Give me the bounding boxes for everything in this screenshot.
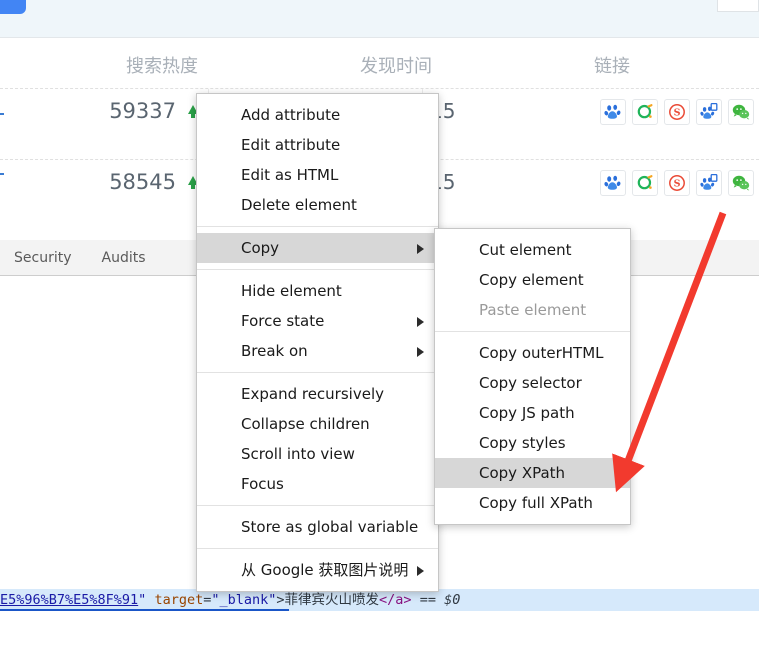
- menu-item-copy-label: Copy: [241, 239, 280, 257]
- submenu-item-copy-styles[interactable]: Copy styles: [435, 428, 630, 458]
- submenu-item-cut-element[interactable]: Cut element: [435, 235, 630, 265]
- column-header-search-heat: 搜索热度: [126, 56, 198, 77]
- menu-separator: [197, 226, 438, 227]
- context-submenu-copy[interactable]: Cut element Copy element Paste element C…: [434, 228, 631, 525]
- chevron-right-icon: [417, 566, 424, 576]
- submenu-item-paste-element: Paste element: [479, 301, 587, 319]
- tab-security[interactable]: Security: [14, 250, 72, 266]
- column-header-discovery-time: 发现时间: [360, 56, 432, 77]
- menu-item-force-state[interactable]: Force state: [197, 306, 438, 336]
- context-menu[interactable]: Add attribute Edit attribute Edit as HTM…: [196, 93, 439, 592]
- code-text-node: 菲律宾火山喷发: [284, 592, 380, 608]
- baidu-mobile-icon[interactable]: [696, 99, 722, 125]
- table-header-row: 搜索热度 发现时间 链接: [0, 38, 759, 89]
- submenu-item-copy-full-xpath[interactable]: Copy full XPath: [435, 488, 630, 518]
- menu-item-scroll-into-view[interactable]: Scroll into view: [197, 439, 438, 469]
- menu-item-focus[interactable]: Focus: [197, 469, 438, 499]
- 360-search-icon[interactable]: [632, 170, 658, 196]
- submenu-separator: [435, 331, 630, 332]
- menu-item-add-attribute[interactable]: Add attribute: [197, 100, 438, 130]
- code-attr-name: target: [154, 592, 204, 608]
- wechat-icon[interactable]: [728, 170, 754, 196]
- submenu-item-copy-xpath[interactable]: Copy XPath: [435, 458, 630, 488]
- menu-separator: [197, 548, 438, 549]
- column-header-link: 链接: [594, 56, 630, 77]
- menu-item-get-image-description-label: 从 Google 获取图片说明: [241, 561, 409, 579]
- 360-search-icon[interactable]: [632, 99, 658, 125]
- menu-separator: [197, 372, 438, 373]
- trend-up-icon-stem: [191, 113, 195, 118]
- menu-item-collapse-children[interactable]: Collapse children: [197, 409, 438, 439]
- menu-separator: [197, 505, 438, 506]
- cell-search-heat: 59337: [109, 99, 176, 123]
- menu-item-edit-as-html[interactable]: Edit as HTML: [197, 160, 438, 190]
- menu-item-break-on[interactable]: Break on: [197, 336, 438, 366]
- menu-item-get-image-description-from-google[interactable]: 从 Google 获取图片说明: [197, 555, 438, 585]
- menu-item-force-state-label: Force state: [241, 312, 325, 330]
- submenu-item-copy-outerhtml[interactable]: Copy outerHTML: [435, 338, 630, 368]
- menu-item-copy[interactable]: Copy: [197, 233, 438, 263]
- devtools-lower-blank: [0, 611, 759, 661]
- chevron-right-icon: [417, 317, 424, 327]
- devtools-selected-node-code[interactable]: E5%96%B7%E5%8F%91" target="_blank">菲律宾火山…: [0, 589, 759, 611]
- wechat-icon[interactable]: [728, 99, 754, 125]
- menu-item-store-as-global-variable[interactable]: Store as global variable: [197, 512, 438, 542]
- submenu-item-copy-element[interactable]: Copy element: [435, 265, 630, 295]
- menu-item-hide-element[interactable]: Hide element: [197, 276, 438, 306]
- menu-item-delete-element[interactable]: Delete element: [197, 190, 438, 220]
- code-attr-value-tail: E5%96%B7%E5%8F%91: [0, 592, 139, 608]
- code-gt: >: [276, 592, 285, 608]
- sogou-icon[interactable]: S: [664, 99, 690, 125]
- menu-item-edit-attribute[interactable]: Edit attribute: [197, 130, 438, 160]
- chevron-right-icon: [417, 347, 424, 357]
- app-header: [0, 0, 759, 38]
- trend-up-icon-stem: [191, 184, 195, 189]
- menu-separator: [197, 269, 438, 270]
- header-panel-box-icon: [717, 0, 759, 12]
- baidu-icon[interactable]: [600, 99, 626, 125]
- svg-text:S: S: [674, 108, 681, 119]
- sogou-icon[interactable]: S: [664, 170, 690, 196]
- chevron-right-icon: [417, 244, 424, 254]
- code-attr-value-target: "_blank": [211, 592, 277, 608]
- submenu-item-copy-selector[interactable]: Copy selector: [435, 368, 630, 398]
- cell-link-icons: S: [600, 170, 754, 196]
- svg-text:S: S: [674, 179, 681, 190]
- menu-item-expand-recursively[interactable]: Expand recursively: [197, 379, 438, 409]
- baidu-mobile-icon[interactable]: [696, 170, 722, 196]
- code-return-marker: == $0: [411, 592, 461, 608]
- row-title-link[interactable]: [0, 173, 4, 175]
- row-title-link[interactable]: [0, 113, 4, 115]
- submenu-item-copy-js-path[interactable]: Copy JS path: [435, 398, 630, 428]
- tab-audits[interactable]: Audits: [102, 250, 146, 266]
- app-logo-mark-icon: [0, 0, 26, 14]
- cell-search-heat: 58545: [109, 170, 176, 194]
- cell-link-icons: S: [600, 99, 754, 125]
- baidu-icon[interactable]: [600, 170, 626, 196]
- code-close-tag: </a>: [379, 592, 412, 608]
- menu-item-break-on-label: Break on: [241, 342, 308, 360]
